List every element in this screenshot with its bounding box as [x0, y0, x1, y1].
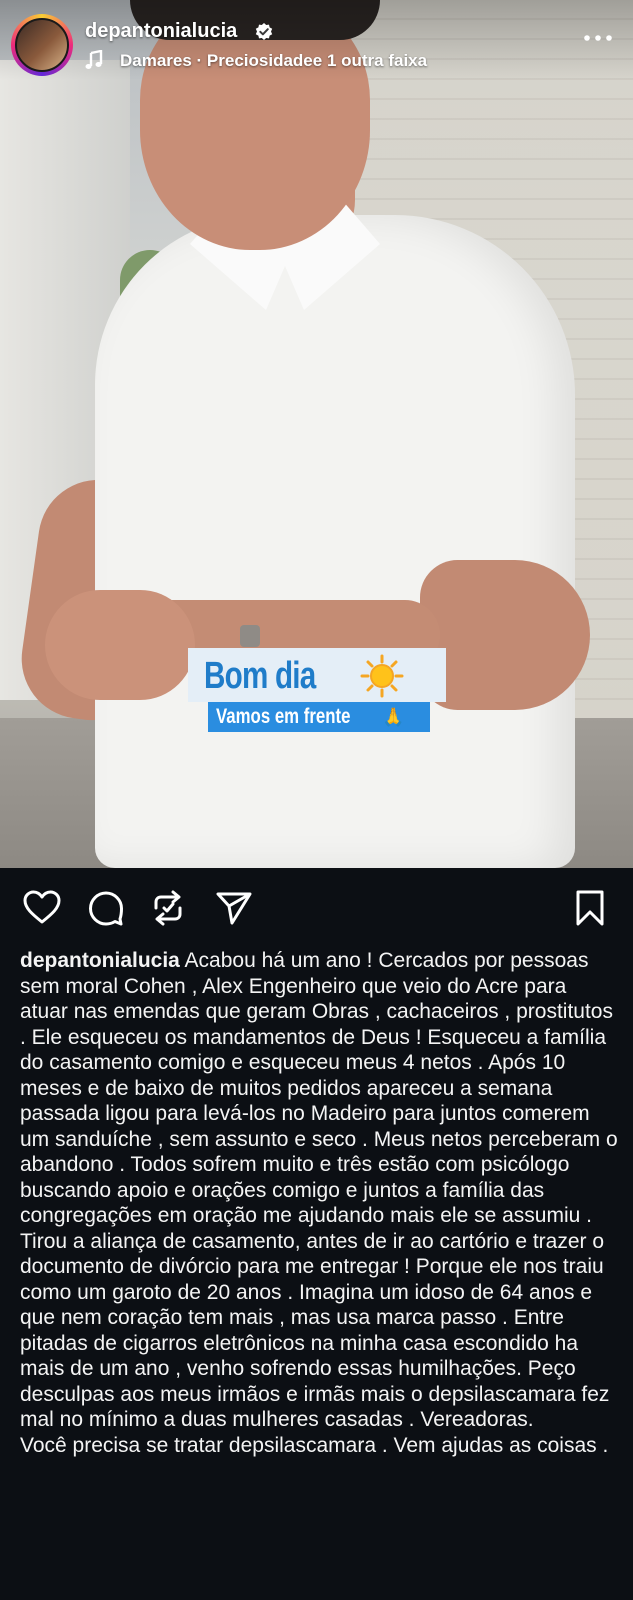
avatar[interactable] [11, 14, 73, 76]
bookmark-icon[interactable] [570, 888, 610, 928]
photo-hands [45, 590, 195, 700]
verified-badge-icon [254, 22, 274, 42]
post-caption: depantonialucia Acabou há um ano ! Cerca… [20, 948, 620, 1458]
caption-text-2: Você precisa se tratar depsilascamara . … [20, 1433, 609, 1457]
sticker-title: Bom dia [204, 654, 316, 697]
post-header: depantonialucia Damares · Preciosidadee … [0, 0, 633, 80]
sun-icon [360, 654, 404, 698]
photo-white-shirt [95, 215, 575, 868]
post-photo[interactable]: Bom dia Vamos em frente 🙏 [0, 0, 633, 868]
comment-icon[interactable] [86, 888, 126, 928]
avatar-image [15, 18, 69, 72]
sticker-subtitle: Vamos em frente [216, 705, 351, 728]
repost-icon[interactable] [148, 888, 188, 928]
header-username[interactable]: depantonialucia [85, 20, 237, 43]
music-track-label[interactable]: Damares · Preciosidadee 1 outra faixa [120, 51, 427, 71]
caption-paragraph: depantonialucia Acabou há um ano ! Cerca… [20, 948, 620, 1433]
good-morning-sticker[interactable]: Bom dia Vamos em frente 🙏 [188, 648, 446, 732]
more-horizontal-icon[interactable] [583, 30, 613, 41]
post-action-bar [0, 868, 633, 948]
send-icon[interactable] [214, 888, 254, 928]
sticker-top-band: Bom dia [188, 648, 446, 702]
caption-username[interactable]: depantonialucia [20, 949, 180, 972]
heart-icon[interactable] [22, 888, 62, 928]
music-note-icon [85, 49, 103, 70]
sticker-subtitle-band: Vamos em frente 🙏 [208, 702, 430, 732]
photo-watch [240, 625, 260, 647]
praying-hands-icon: 🙏 [382, 706, 405, 727]
caption-text: Acabou há um ano ! Cercados por pessoas … [20, 949, 618, 1431]
